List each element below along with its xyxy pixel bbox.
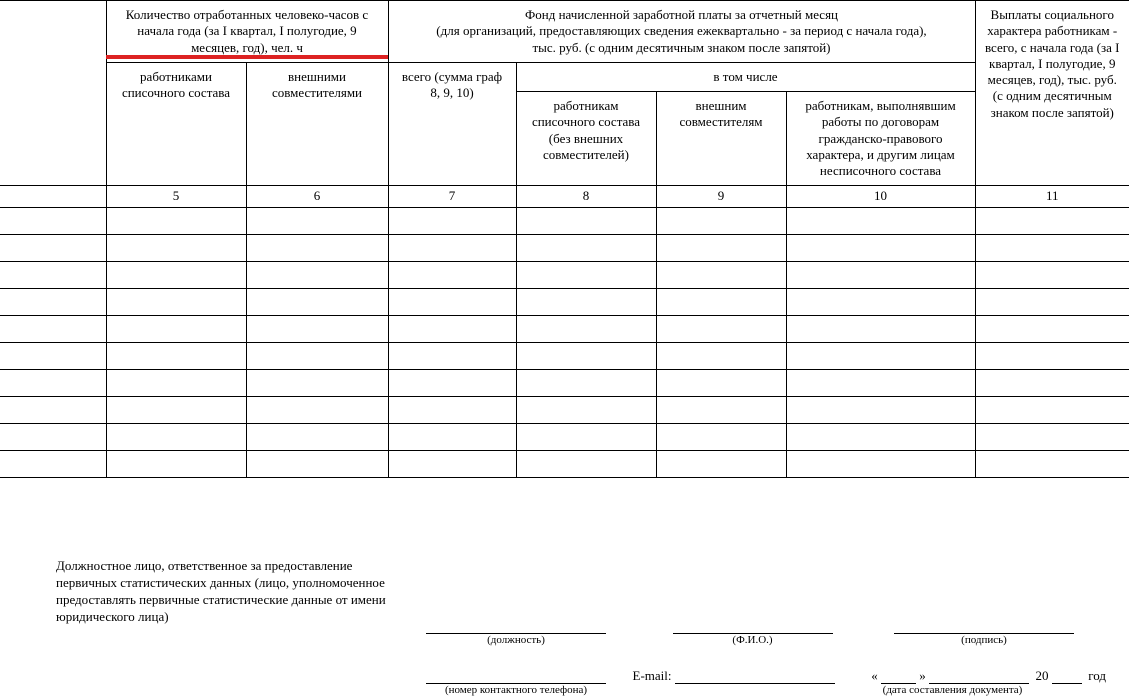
fio-input[interactable] (673, 619, 833, 634)
report-table: Количество отработанных человеко-часов с… (0, 0, 1129, 478)
colnum-8: 8 (516, 186, 656, 207)
signature-caption: (подпись) (894, 634, 1074, 646)
table-row (0, 423, 1129, 450)
table-row (0, 234, 1129, 261)
table-row (0, 261, 1129, 288)
doc-date-caption: (дата составления документа) (838, 684, 1068, 696)
colnum-5: 5 (106, 186, 246, 207)
header-group-hours: Количество отработанных человеко-часов с… (106, 1, 388, 63)
colnum-9: 9 (656, 186, 786, 207)
table-row (0, 369, 1129, 396)
header-fund-external: внешним совместителям (656, 92, 786, 186)
table-row (0, 342, 1129, 369)
table-row (0, 450, 1129, 477)
colnum-10: 10 (786, 186, 975, 207)
email-input[interactable] (675, 669, 835, 684)
header-fund-contract: работникам, выполнявшим работы по догово… (786, 92, 975, 186)
header-fund-total: всего (сумма граф 8, 9, 10) (388, 62, 516, 186)
header-cell-left-clip (0, 1, 106, 186)
date-quote-close: » (919, 668, 926, 683)
date-year-prefix: 20 (1036, 668, 1049, 683)
colnum-6: 6 (246, 186, 388, 207)
email-label: E-mail: (633, 668, 672, 683)
header-group-social: Выплаты социального характера работникам… (975, 1, 1129, 186)
header-hours-external: внешними совместителями (246, 62, 388, 186)
table-row (0, 207, 1129, 234)
highlight-band-icon (106, 55, 388, 59)
signature-input[interactable] (894, 619, 1074, 634)
header-fund-list: работникам списочного состава (без внешн… (516, 92, 656, 186)
signature-block: Должностное лицо, ответственное за предо… (56, 558, 1106, 626)
date-month-input[interactable] (929, 669, 1029, 684)
position-input[interactable] (426, 619, 606, 634)
phone-caption: (номер контактного телефона) (426, 684, 606, 696)
fio-caption: (Ф.И.О.) (673, 634, 833, 646)
table-row (0, 288, 1129, 315)
header-group-fund: Фонд начисленной заработной платы за отч… (388, 1, 975, 63)
colnum-7: 7 (388, 186, 516, 207)
date-quote-open: « (871, 668, 878, 683)
responsible-person-text: Должностное лицо, ответственное за предо… (56, 558, 396, 626)
date-year-suffix: год (1088, 668, 1106, 683)
position-caption: (должность) (426, 634, 606, 646)
colnum-blank (0, 186, 106, 207)
header-hours-list: работниками списочного состава (106, 62, 246, 186)
date-year-input[interactable] (1052, 669, 1082, 684)
phone-input[interactable] (426, 669, 606, 684)
table-row (0, 315, 1129, 342)
date-day-input[interactable] (881, 669, 916, 684)
colnum-11: 11 (975, 186, 1129, 207)
table-row (0, 396, 1129, 423)
header-fund-including: в том числе (516, 62, 975, 91)
